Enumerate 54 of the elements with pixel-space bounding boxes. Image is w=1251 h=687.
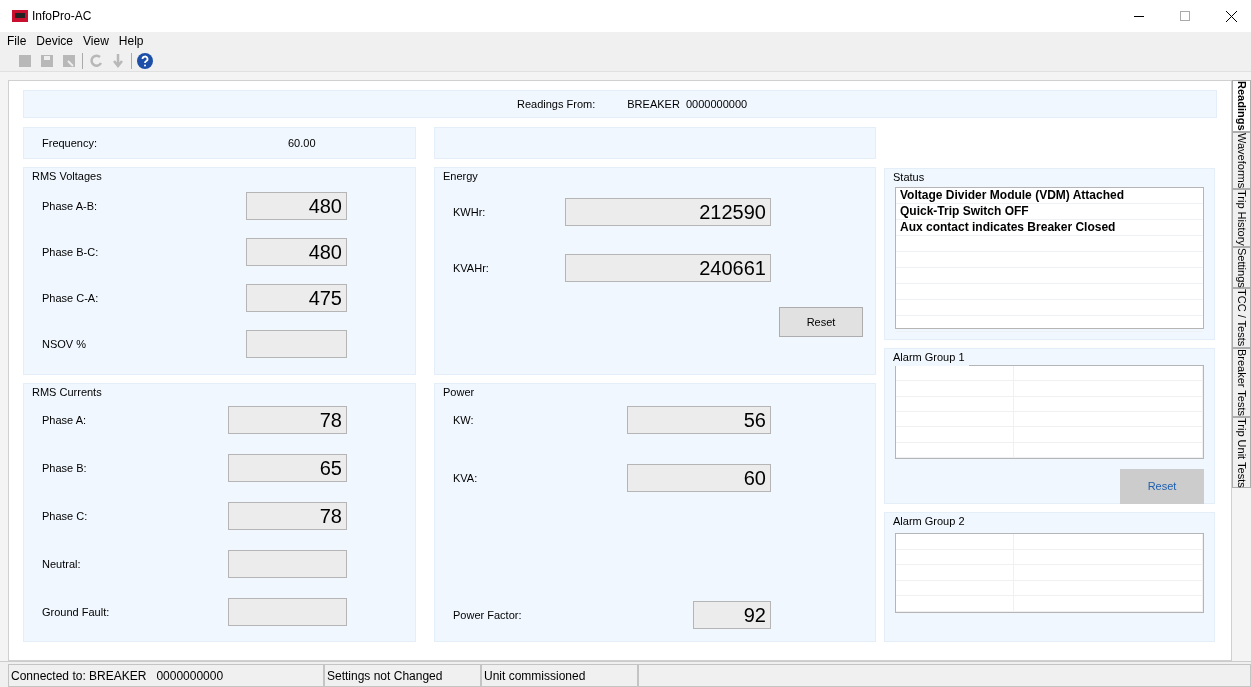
window-title: InfoPro-AC [32, 8, 92, 25]
status-bar-section: Unit commissioned [481, 664, 638, 687]
maximize-icon[interactable] [1180, 11, 1190, 21]
value-field: 212590 [565, 198, 771, 226]
frequency-label: Frequency: [42, 135, 99, 151]
reset-button[interactable]: Reset [1120, 469, 1204, 504]
status-message: Aux contact indicates Breaker Closed [900, 220, 1116, 234]
reset-button[interactable]: Reset [779, 307, 863, 337]
menu-item[interactable]: View [83, 32, 109, 50]
field-label: KW: [453, 412, 475, 428]
value-field: 240661 [565, 254, 771, 282]
value-field: 78 [228, 502, 347, 530]
close-icon[interactable] [1226, 10, 1237, 22]
value-field: 475 [246, 284, 347, 312]
side-tab[interactable]: Trip History [1232, 188, 1251, 247]
field-label: KVAHr: [453, 260, 490, 276]
field-label: NSOV % [42, 336, 87, 352]
value-field: 78 [228, 406, 347, 434]
side-tab[interactable]: Breaker Tests [1232, 347, 1251, 417]
field-label: Phase A-B: [42, 198, 99, 214]
value-field: 56 [627, 406, 771, 434]
status-bar-section: Connected to: BREAKER 0000000000 [8, 664, 324, 687]
field-label: Phase B: [42, 460, 88, 476]
field-label: Phase A: [42, 412, 88, 428]
field-label: Neutral: [42, 556, 82, 572]
side-tab[interactable]: Readings [1232, 80, 1251, 132]
value-field: 60 [627, 464, 771, 492]
status-message: Quick-Trip Switch OFF [900, 204, 1029, 218]
field-label: Phase C-A: [42, 290, 100, 306]
field-label: KVA: [453, 470, 479, 486]
help-icon[interactable] [136, 51, 154, 70]
field-label: Phase B-C: [42, 244, 100, 260]
frequency-value: 60.00 [288, 135, 316, 151]
value-field: 480 [246, 192, 347, 220]
readings-from-value: BREAKER 0000000000 [627, 96, 748, 112]
side-tab[interactable]: Settings [1232, 246, 1251, 289]
status-message: Voltage Divider Module (VDM) Attached [900, 188, 1124, 202]
value-field: 92 [693, 601, 771, 629]
app-logo-icon [12, 10, 28, 22]
value-field: 65 [228, 454, 347, 482]
field-label: Power Factor: [453, 607, 523, 623]
side-tab[interactable]: Trip Unit Tests [1232, 416, 1251, 489]
side-tab[interactable]: TCC / Tests [1232, 288, 1251, 348]
menu-item[interactable]: File [7, 32, 27, 50]
field-label: Ground Fault: [42, 604, 111, 620]
readings-from-label: Readings From: [517, 96, 596, 112]
menu-item[interactable]: Help [118, 32, 144, 50]
menu-item[interactable]: Device [36, 32, 74, 50]
field-label: Phase C: [42, 508, 89, 524]
value-field: 480 [246, 238, 347, 266]
side-tab[interactable]: Waveforms [1232, 131, 1251, 189]
field-label: KWHr: [453, 204, 487, 220]
status-bar-section: Settings not Changed [324, 664, 481, 687]
minimize-icon[interactable] [1134, 15, 1144, 17]
